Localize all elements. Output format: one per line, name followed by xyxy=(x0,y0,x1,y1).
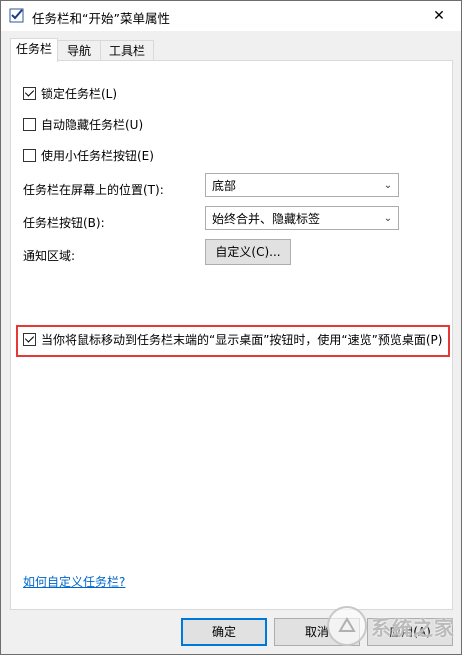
site-watermark: 系统之家 xyxy=(327,606,455,646)
help-link[interactable]: 如何自定义任务栏? xyxy=(23,573,125,590)
buttons-combine-label: 任务栏按钮(B): xyxy=(23,216,105,230)
small-buttons-checkbox[interactable] xyxy=(23,149,36,162)
peek-checkbox[interactable] xyxy=(23,333,36,346)
customize-notification-button[interactable]: 自定义(C)... xyxy=(205,239,291,265)
taskbar-properties-dialog: 任务栏和“开始”菜单属性 ✕ 任务栏 导航 工具栏 锁定任务栏(L) 自动隐藏任… xyxy=(0,0,462,655)
position-value: 底部 xyxy=(212,178,237,193)
tab-navigation[interactable]: 导航 xyxy=(56,40,102,61)
autohide-option[interactable]: 自动隐藏任务栏(U) xyxy=(23,116,143,133)
watermark-text: 系统之家 xyxy=(371,615,455,640)
notification-area-label: 通知区域: xyxy=(23,249,76,263)
small-buttons-option[interactable]: 使用小任务栏按钮(E) xyxy=(23,147,154,164)
checklist-icon xyxy=(9,7,25,23)
autohide-label: 自动隐藏任务栏(U) xyxy=(41,118,144,132)
tab-toolbars[interactable]: 工具栏 xyxy=(100,40,154,61)
lock-taskbar-checkbox[interactable] xyxy=(23,87,36,100)
watermark-logo-icon xyxy=(327,606,367,646)
chevron-down-icon: ⌄ xyxy=(383,212,393,224)
autohide-checkbox[interactable] xyxy=(23,118,36,131)
position-select[interactable]: 底部 ⌄ xyxy=(205,173,399,197)
close-button[interactable]: ✕ xyxy=(417,1,461,31)
buttons-combine-select[interactable]: 始终合并、隐藏标签 ⌄ xyxy=(205,206,399,230)
ok-button[interactable]: 确定 xyxy=(181,618,267,646)
position-label: 任务栏在屏幕上的位置(T): xyxy=(23,183,164,197)
chevron-down-icon: ⌄ xyxy=(383,179,393,191)
taskbar-tab-panel: 锁定任务栏(L) 自动隐藏任务栏(U) 使用小任务栏按钮(E) 任务栏在屏幕上的… xyxy=(10,60,453,610)
buttons-combine-value: 始终合并、隐藏标签 xyxy=(212,211,321,226)
peek-label: 当你将鼠标移动到任务栏末端的“显示桌面”按钮时，使用“速览”预览桌面(P) xyxy=(41,333,443,347)
title-bar: 任务栏和“开始”菜单属性 ✕ xyxy=(1,1,461,31)
lock-taskbar-option[interactable]: 锁定任务栏(L) xyxy=(23,85,117,102)
peek-option[interactable]: 当你将鼠标移动到任务栏末端的“显示桌面”按钮时，使用“速览”预览桌面(P) xyxy=(23,331,442,348)
lock-taskbar-label: 锁定任务栏(L) xyxy=(41,87,118,101)
small-buttons-label: 使用小任务栏按钮(E) xyxy=(41,149,154,163)
window-title: 任务栏和“开始”菜单属性 xyxy=(32,11,170,26)
tab-taskbar[interactable]: 任务栏 xyxy=(10,38,58,62)
